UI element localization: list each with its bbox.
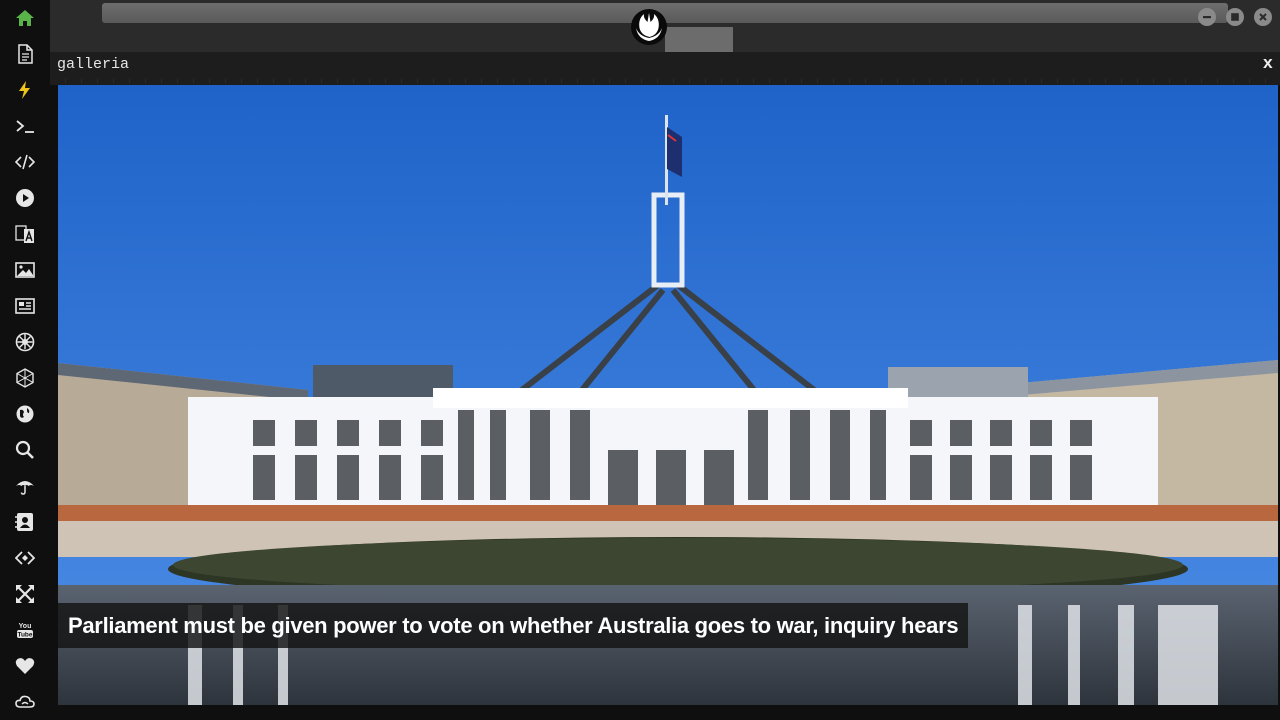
- search-icon[interactable]: [13, 438, 37, 462]
- bottom-strip: [50, 705, 1280, 720]
- globe-icon[interactable]: [13, 402, 37, 426]
- terminal-icon[interactable]: [13, 114, 37, 138]
- rebel-alliance-icon: [630, 8, 668, 46]
- pane-close-button[interactable]: x: [1263, 55, 1273, 74]
- lightning-icon[interactable]: [13, 78, 37, 102]
- pane-title: galleria: [57, 56, 130, 73]
- play-icon[interactable]: [13, 186, 37, 210]
- contact-card-icon[interactable]: [13, 510, 37, 534]
- svg-text:Tube: Tube: [17, 632, 32, 639]
- hexagon-icon[interactable]: [13, 366, 37, 390]
- maximize-icon[interactable]: [1226, 8, 1244, 26]
- sidebar: You Tube: [0, 0, 50, 720]
- translate-icon[interactable]: [13, 222, 37, 246]
- minimize-icon[interactable]: [1198, 8, 1216, 26]
- galactic-empire-icon[interactable]: [13, 330, 37, 354]
- svg-text:You: You: [19, 623, 32, 630]
- document-icon[interactable]: [13, 42, 37, 66]
- expand-icon[interactable]: [13, 582, 37, 606]
- heart-icon[interactable]: [13, 654, 37, 678]
- image-icon[interactable]: [13, 258, 37, 282]
- cloud-icon[interactable]: [13, 690, 37, 714]
- close-icon[interactable]: [1254, 8, 1272, 26]
- code-diamond-icon[interactable]: [13, 546, 37, 570]
- active-tab[interactable]: [665, 27, 733, 52]
- home-icon[interactable]: [13, 6, 37, 30]
- code-icon[interactable]: [13, 150, 37, 174]
- youtube-icon[interactable]: You Tube: [13, 618, 37, 642]
- image-caption: Parliament must be given power to vote o…: [58, 603, 969, 648]
- news-icon[interactable]: [13, 294, 37, 318]
- pane-header: galleria x: [50, 52, 1280, 85]
- umbrella-icon[interactable]: [13, 474, 37, 498]
